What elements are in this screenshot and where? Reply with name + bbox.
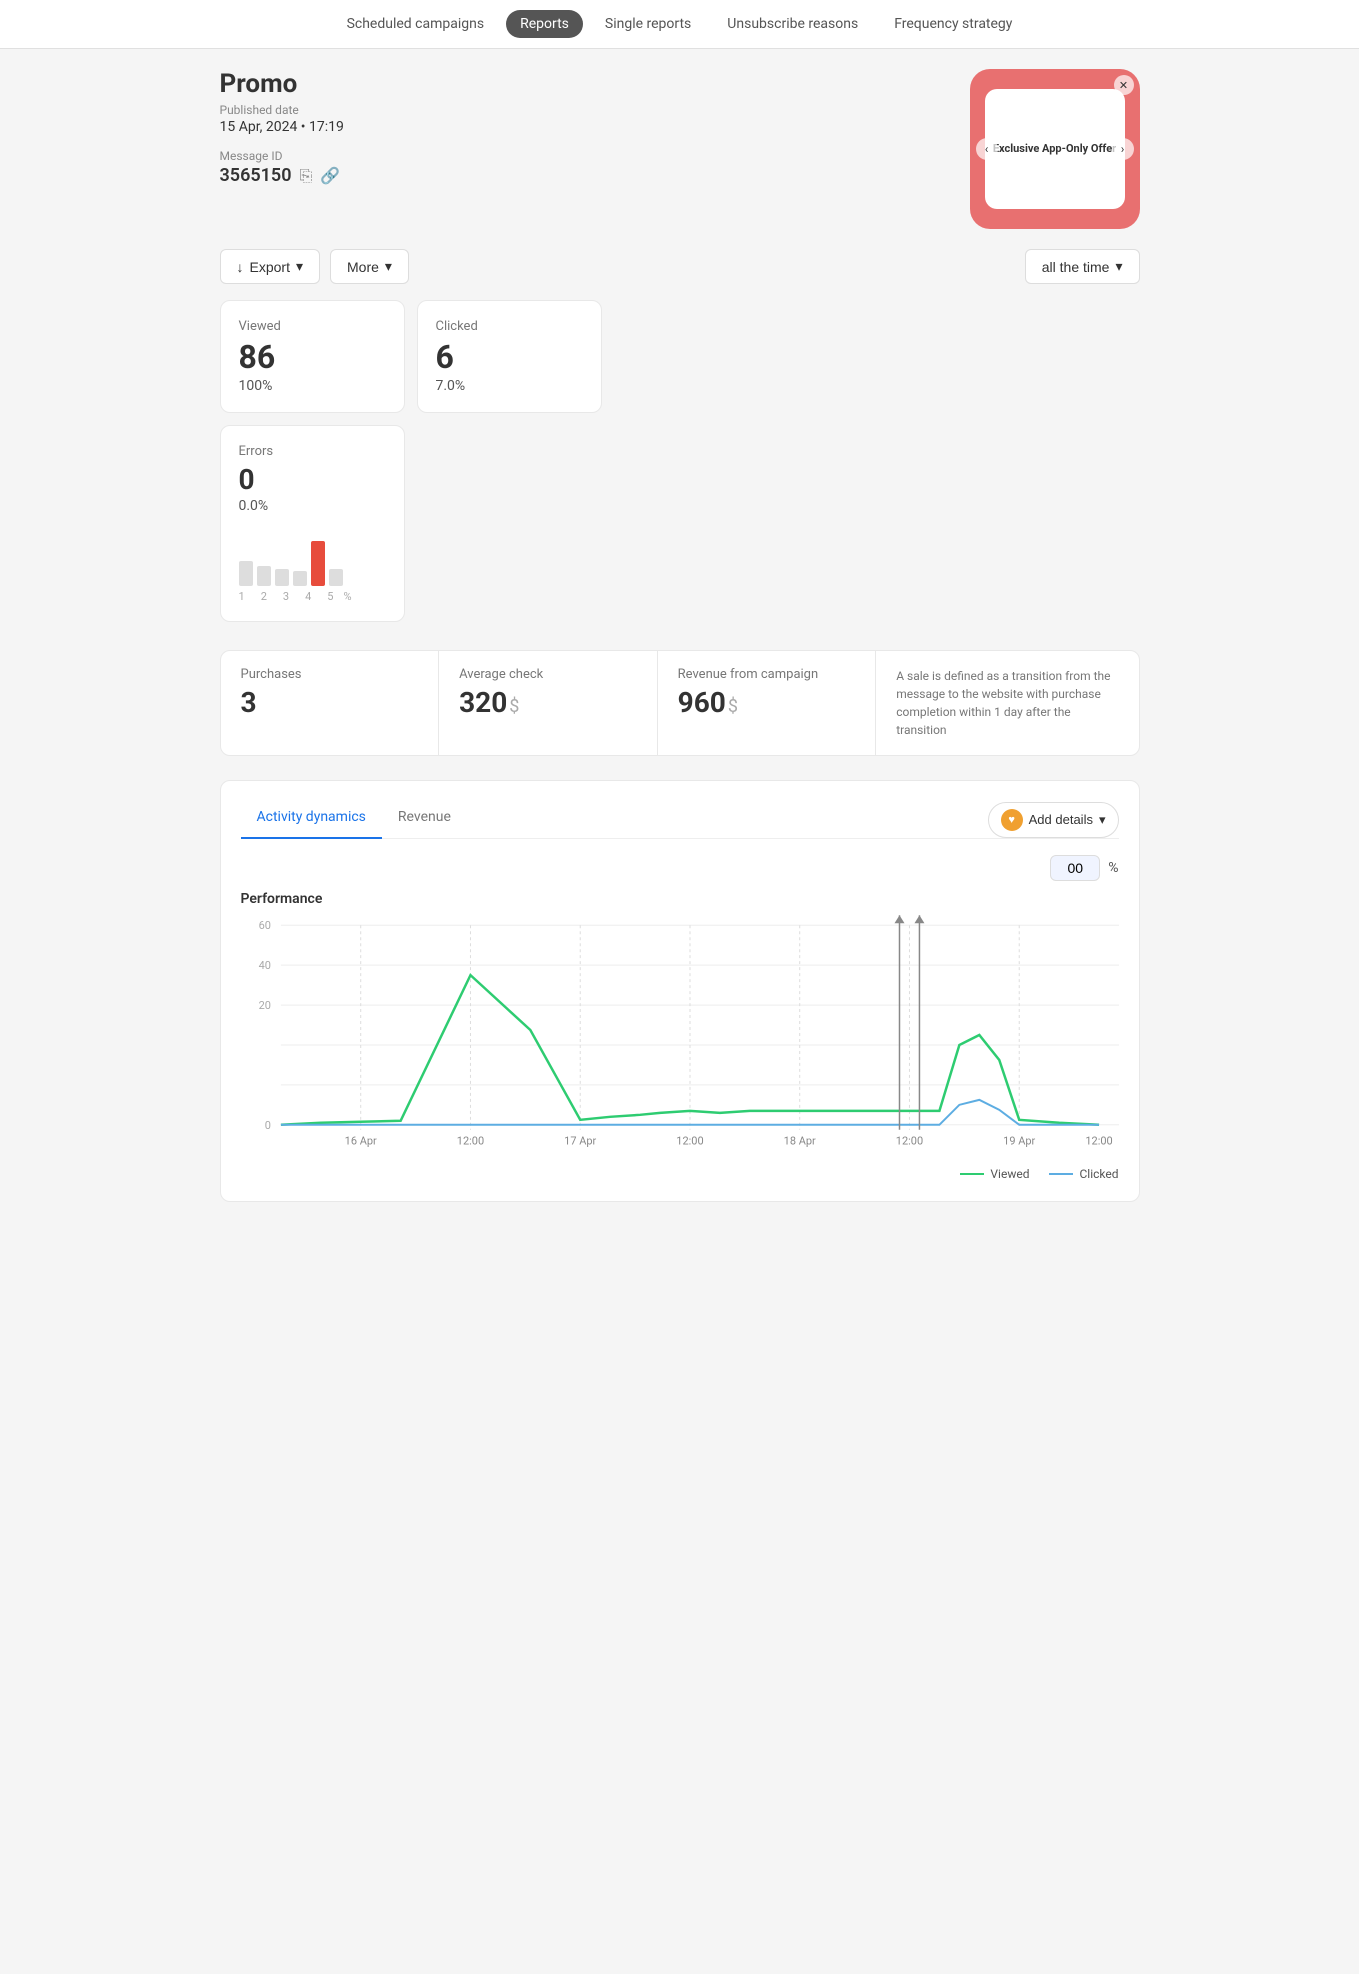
link-icon[interactable]: 🔗: [320, 166, 340, 185]
clicked-label: Clicked: [436, 319, 583, 334]
activity-section: Activity dynamics Revenue ♥ Add details …: [220, 780, 1140, 1202]
top-navigation: Scheduled campaigns Reports Single repor…: [0, 0, 1359, 49]
nav-single-reports[interactable]: Single reports: [591, 10, 705, 38]
published-label: Published date: [220, 103, 970, 117]
errors-bar-chart: [239, 531, 379, 586]
clicked-percent: 7.0%: [436, 378, 583, 394]
message-id-value: 3565150: [220, 165, 292, 186]
bar-labels: 1 2 3 4 5 %: [239, 590, 386, 603]
svg-text:19 Apr: 19 Apr: [1003, 1135, 1035, 1148]
page-title: Promo: [220, 69, 970, 99]
errors-percent: 0.0%: [239, 498, 386, 514]
preview-close[interactable]: ✕: [1114, 75, 1134, 95]
percent-symbol: %: [1108, 860, 1118, 876]
svg-text:60: 60: [258, 919, 270, 932]
add-details-chevron-icon: ▾: [1099, 812, 1106, 828]
clicked-value: 6: [436, 338, 583, 376]
revenue-cell: Revenue from campaign 960$: [658, 651, 877, 755]
legend-clicked: Clicked: [1049, 1167, 1118, 1181]
viewed-card: Viewed 86 100%: [220, 300, 405, 413]
activity-tabs: Activity dynamics Revenue ♥ Add details …: [241, 801, 1119, 839]
svg-text:0: 0: [264, 1119, 270, 1132]
legend-viewed: Viewed: [960, 1167, 1029, 1181]
legend-clicked-dot: [1049, 1173, 1073, 1175]
svg-text:12:00: 12:00: [676, 1135, 703, 1148]
more-chevron-icon: ▾: [385, 258, 392, 275]
nav-unsubscribe-reasons[interactable]: Unsubscribe reasons: [713, 10, 872, 38]
revenue-value: 960$: [678, 686, 856, 719]
export-icon: ↓: [237, 259, 244, 275]
viewed-percent: 100%: [239, 378, 386, 394]
more-button[interactable]: More ▾: [330, 249, 409, 284]
export-chevron-icon: ▾: [296, 258, 303, 275]
errors-value: 0: [239, 463, 386, 496]
avg-check-value: 320$: [459, 686, 637, 719]
nav-scheduled-campaigns[interactable]: Scheduled campaigns: [333, 10, 499, 38]
nav-reports[interactable]: Reports: [506, 10, 583, 38]
purchases-cell: Purchases 3: [221, 651, 440, 755]
preview-text: Exclusive App-Only Offer: [993, 141, 1116, 156]
chart-title: Performance: [241, 891, 1119, 907]
toolbar: ↓ Export ▾ More ▾ all the time ▾: [220, 249, 1140, 284]
errors-label: Errors: [239, 444, 386, 459]
svg-text:12:00: 12:00: [1085, 1135, 1112, 1148]
time-chevron-icon: ▾: [1115, 258, 1122, 275]
svg-text:20: 20: [258, 999, 270, 1012]
export-button[interactable]: ↓ Export ▾: [220, 249, 321, 284]
clicked-card: Clicked 6 7.0%: [417, 300, 602, 413]
message-preview: ‹ › ✕ Exclusive App-Only Offer: [970, 69, 1140, 229]
errors-chart: [239, 526, 386, 586]
message-id-label: Message ID: [220, 149, 970, 163]
legend-clicked-label: Clicked: [1079, 1167, 1118, 1181]
nav-frequency-strategy[interactable]: Frequency strategy: [880, 10, 1026, 38]
chart-legend: Viewed Clicked: [241, 1167, 1119, 1181]
avg-check-cell: Average check 320$: [439, 651, 658, 755]
legend-viewed-dot: [960, 1173, 984, 1175]
percent-input[interactable]: [1050, 855, 1100, 881]
viewed-value: 86: [239, 338, 386, 376]
tab-revenue[interactable]: Revenue: [382, 801, 467, 839]
performance-chart: 60 40 20 0: [241, 915, 1119, 1155]
purchases-value: 3: [241, 686, 419, 719]
svg-text:12:00: 12:00: [895, 1135, 922, 1148]
svg-text:17 Apr: 17 Apr: [564, 1135, 596, 1148]
chart-area: Performance 60 40 20 0: [241, 891, 1119, 1181]
percent-input-row: %: [241, 855, 1119, 881]
preview-arrow-right[interactable]: ›: [1112, 138, 1134, 160]
preview-arrow-left[interactable]: ‹: [976, 138, 998, 160]
svg-text:18 Apr: 18 Apr: [783, 1135, 815, 1148]
legend-viewed-label: Viewed: [990, 1167, 1029, 1181]
svg-text:12:00: 12:00: [456, 1135, 483, 1148]
svg-text:40: 40: [258, 959, 270, 972]
time-filter-button[interactable]: all the time ▾: [1025, 249, 1140, 284]
purchases-row: Purchases 3 Average check 320$ Revenue f…: [220, 650, 1140, 756]
tab-activity-dynamics[interactable]: Activity dynamics: [241, 801, 382, 839]
add-details-button[interactable]: ♥ Add details ▾: [988, 802, 1119, 838]
viewed-label: Viewed: [239, 319, 386, 334]
published-value: 15 Apr, 2024 • 17:19: [220, 119, 970, 135]
purchase-note: A sale is defined as a transition from t…: [876, 651, 1138, 755]
svg-text:16 Apr: 16 Apr: [344, 1135, 376, 1148]
copy-icon[interactable]: ⎘: [299, 166, 312, 186]
add-details-icon: ♥: [1001, 809, 1023, 831]
errors-card: Errors 0 0.0% 1 2 3 4 5 %: [220, 425, 405, 622]
